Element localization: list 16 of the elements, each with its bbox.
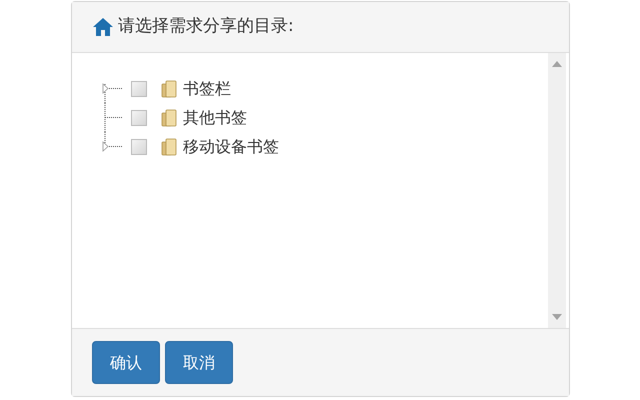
checkbox[interactable] xyxy=(131,138,147,154)
cancel-button[interactable]: 取消 xyxy=(165,341,233,384)
checkbox[interactable] xyxy=(131,110,147,126)
scroll-down-icon[interactable] xyxy=(552,314,562,320)
tree-item-label[interactable]: 其他书签 xyxy=(183,110,247,126)
folder-icon xyxy=(161,108,177,126)
folder-icon xyxy=(161,138,177,156)
tree-item-label[interactable]: 书签栏 xyxy=(183,80,231,96)
checkbox[interactable] xyxy=(131,80,147,96)
dialog-title: 请选择需求分享的目录: xyxy=(118,15,294,38)
home-icon xyxy=(92,17,114,37)
confirm-button[interactable]: 确认 xyxy=(92,341,160,384)
scrollbar[interactable] xyxy=(548,53,566,328)
folder-icon xyxy=(161,80,177,98)
tree-item-label[interactable]: 移动设备书签 xyxy=(183,138,279,154)
scroll-up-icon[interactable] xyxy=(552,61,562,67)
